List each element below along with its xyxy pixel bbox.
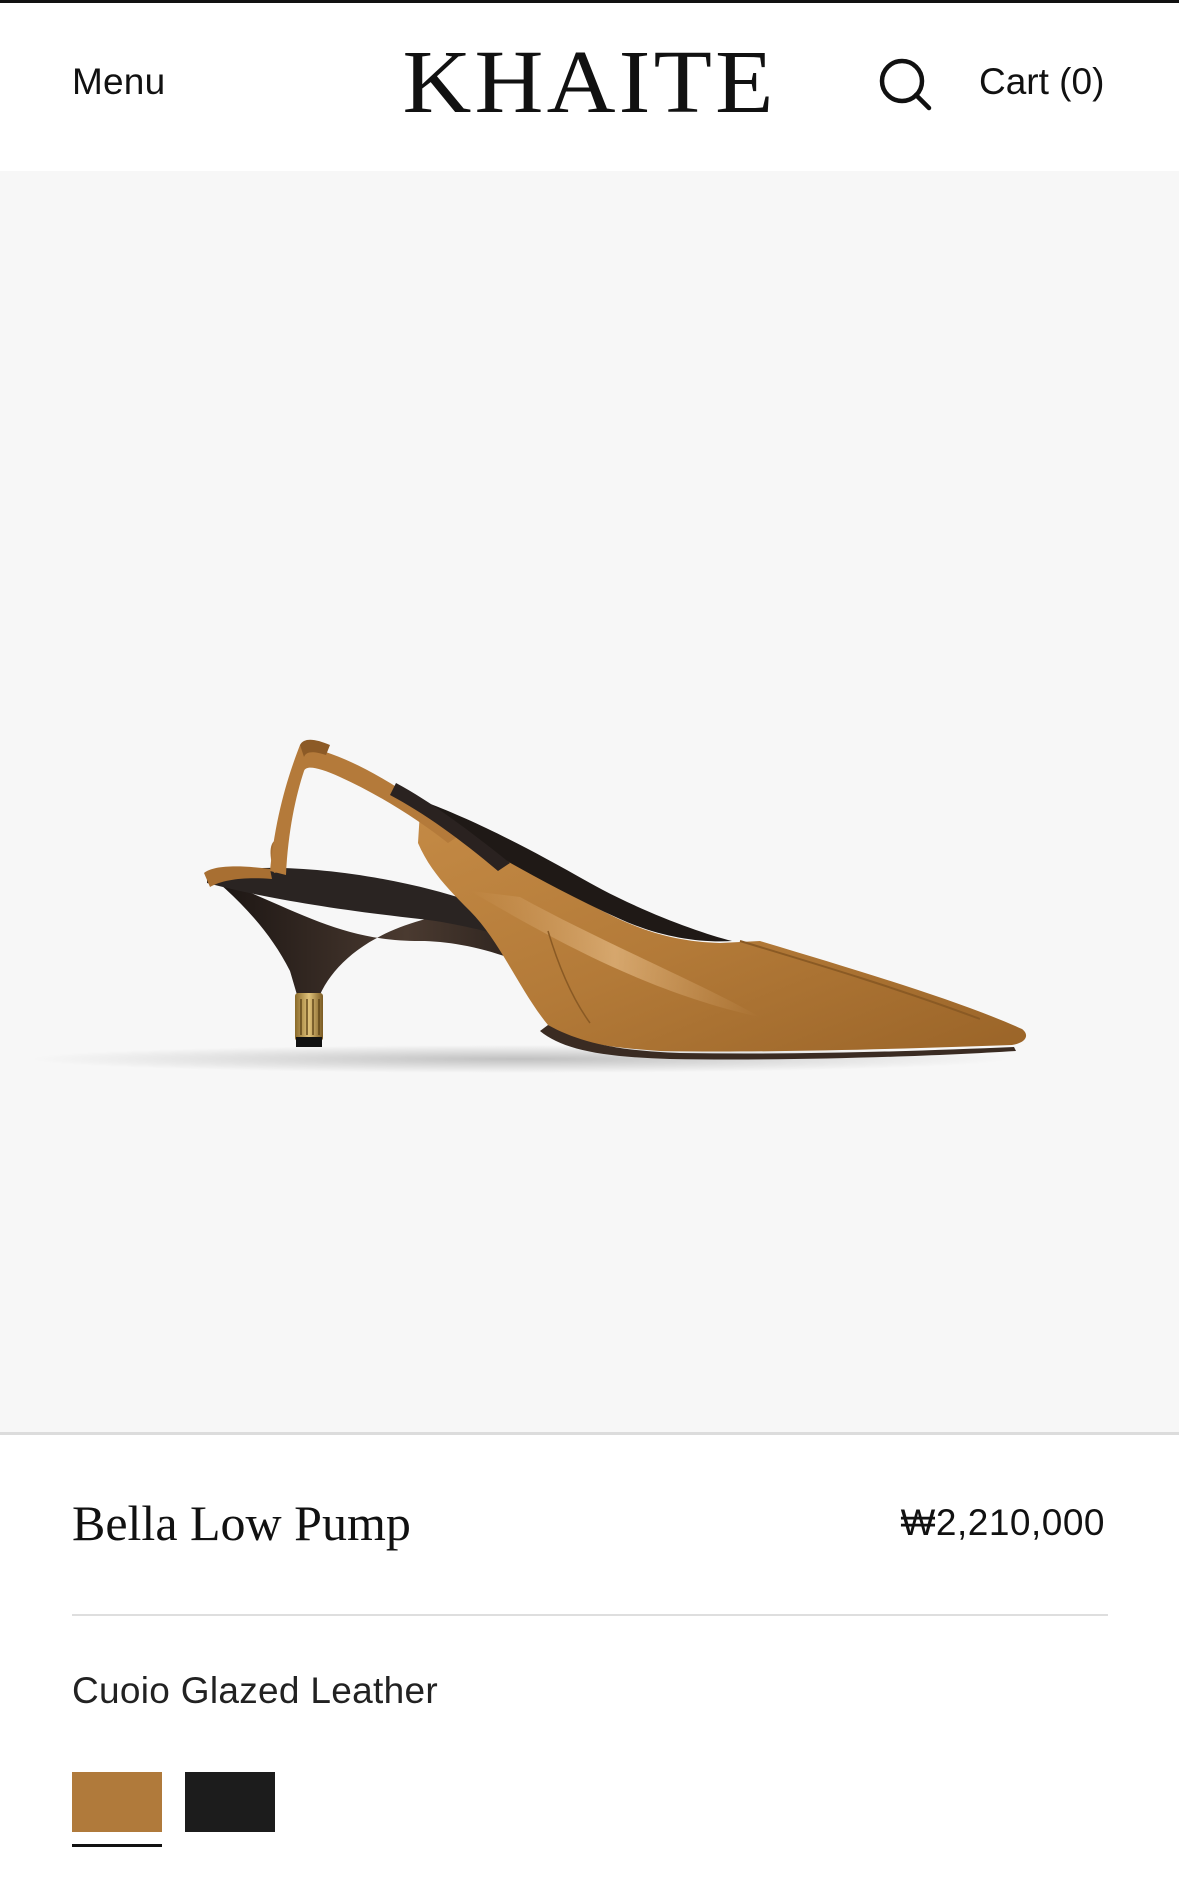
product-title: Bella Low Pump	[72, 1495, 411, 1551]
selected-swatch-indicator	[72, 1844, 162, 1847]
search-icon[interactable]	[876, 55, 934, 113]
brand-logo[interactable]: KHAITE	[283, 33, 897, 133]
shoe-illustration	[30, 739, 1027, 1073]
menu-button[interactable]: Menu	[72, 61, 165, 103]
hero-divider	[0, 1432, 1179, 1435]
color-swatch-black[interactable]	[185, 1772, 275, 1832]
info-divider	[72, 1614, 1108, 1616]
color-swatch-cuoio[interactable]	[72, 1772, 162, 1832]
product-image[interactable]	[0, 171, 1179, 1432]
site-header: Menu KHAITE Cart (0)	[0, 3, 1179, 171]
cart-button[interactable]: Cart (0)	[979, 61, 1104, 103]
product-price: ₩2,210,000	[900, 1502, 1105, 1543]
selected-color-name: Cuoio Glazed Leather	[72, 1670, 438, 1711]
